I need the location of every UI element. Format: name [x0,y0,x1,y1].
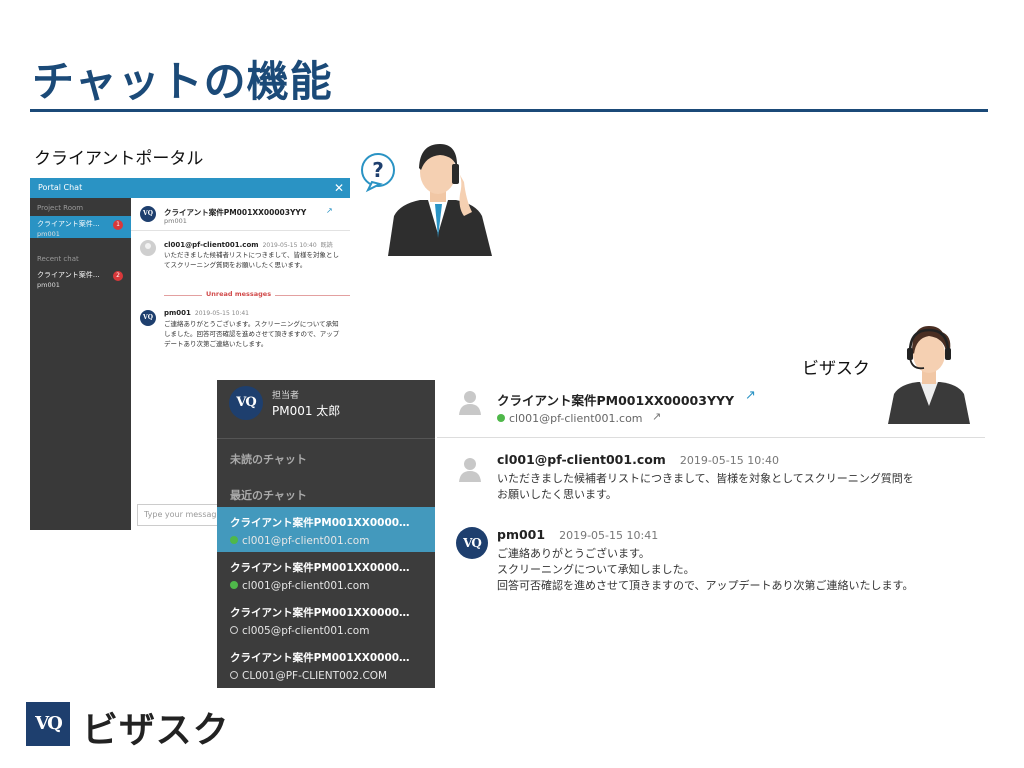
chat-item-title: クライアント案件PM001XX0000… [230,652,410,664]
assignee-label: 担当者 [272,391,300,401]
portal-message-body: ご連絡ありがとうございます。スクリーニングについて承知しました。回答可否確認を進… [164,320,340,348]
chat-item-email: cl001@pf-client001.com [242,535,370,547]
message-body: いただきました候補者リストにつきまして、皆様を対象としてスクリーニング質問を お… [497,471,977,503]
visasq-heading: ビザスク [802,359,870,379]
conversation-title: クライアント案件PM001XX00003YYY [497,393,735,408]
portal-section-project-room: Project Room [37,204,84,212]
message-line: スクリーニングについて承知しました。 [497,563,695,576]
svg-text:?: ? [372,158,384,182]
user-avatar-icon [140,240,156,256]
vq-chat-sidebar: VQ 担当者 PM001 太郎 未読のチャット 最近のチャット クライアント案件… [217,380,435,688]
client-person-illustration: ? [361,144,492,256]
portal-message-header: cl001@pf-client001.com 2019-05-15 10:40 既読 [164,240,333,249]
chat-item-title: クライアント案件PM001XX0000… [230,562,410,574]
chat-item-title: クライアント案件PM001XX0000… [230,607,410,619]
portal-heading: クライアントポータル [34,149,204,169]
vq-avatar: VQ [140,310,156,326]
conversation-sub: cl001@pf-client001.com [497,412,643,425]
portal-message-header: pm001 2019-05-15 10:41 [164,309,249,317]
portal-conversation-divider [131,230,350,231]
message-time: 2019-05-15 10:41 [559,529,659,542]
chat-list-item[interactable]: クライアント案件PM001XX0000… CL001@PF-CLIENT002.… [217,642,435,687]
footer-vq-logo: VQ [26,702,70,746]
external-link-icon[interactable]: ↗ [652,410,661,423]
unread-messages-label: Unread messages [202,290,276,298]
chat-item-email: cl005@pf-client001.com [242,625,370,637]
message-line: お願いしたく思います。 [497,488,617,501]
portal-room-item-sub: pm001 [37,230,60,238]
message-sender: pm001 [497,527,546,542]
unread-badge: 1 [113,220,123,230]
message-body: ご連絡ありがとうございます。 スクリーニングについて承知しました。 回答可否確認… [497,546,977,594]
online-status-icon [230,536,238,544]
portal-chat-title: Portal Chat [38,183,83,192]
message-sender: cl001@pf-client001.com [164,241,259,249]
message-time: 2019-05-15 10:40 [679,454,779,467]
conversation-divider [437,437,985,438]
portal-room-item[interactable]: クライアント案件… pm001 1 [30,216,131,238]
chat-item-email: CL001@PF-CLIENT002.COM [242,670,388,682]
vq-sidebar-header: VQ 担当者 PM001 太郎 [217,380,435,438]
message-time: 2019-05-15 10:40 [262,242,317,249]
message-time: 2019-05-15 10:41 [194,310,249,317]
title-divider [30,109,988,112]
message-line: 回答可否確認を進めさせて頂きますので、アップデートあり次第ご連絡いたします。 [497,579,914,592]
chat-list-item[interactable]: クライアント案件PM001XX0000… cl005@pf-client001.… [217,597,435,642]
portal-recent-item-sub: pm001 [37,281,60,289]
portal-recent-item[interactable]: クライアント案件… pm001 2 [30,267,131,289]
message-sender: pm001 [164,309,191,317]
portal-sidebar: Project Room クライアント案件… pm001 1 Recent ch… [30,198,131,530]
assignee-name: PM001 太郎 [272,404,341,418]
section-recent-chats: 最近のチャット [230,489,307,502]
online-status-icon [497,414,505,422]
offline-status-icon [230,626,238,634]
vq-avatar: VQ [140,206,156,222]
section-unread-chats[interactable]: 未読のチャット [230,451,307,467]
sidebar-divider [217,438,435,439]
user-avatar-icon [459,458,481,482]
portal-chat-header: Portal Chat ✕ [30,178,350,198]
portal-conversation-sub: pm001 [164,217,187,225]
portal-section-recent-chat: Recent chat [37,255,79,263]
slide-title: チャットの機能 [32,57,333,106]
chat-item-email: cl001@pf-client001.com [242,580,370,592]
unread-badge: 2 [113,271,123,281]
external-link-icon[interactable]: ↗ [326,206,333,215]
vq-avatar: VQ [456,527,488,559]
chat-list-item[interactable]: クライアント案件PM001XX0000… cl001@pf-client001.… [217,552,435,597]
vq-logo: VQ [229,386,263,420]
external-link-icon[interactable]: ↗ [745,388,756,403]
message-header: pm001 2019-05-15 10:41 [497,527,658,542]
message-sender: cl001@pf-client001.com [497,452,666,467]
operator-person-illustration [888,326,970,424]
message-header: cl001@pf-client001.com 2019-05-15 10:40 [497,452,779,467]
online-status-icon [230,581,238,589]
portal-message-body: いただきました候補者リストにつきまして、皆様を対象としてスクリーニング質問をお願… [164,251,339,269]
read-status: 既読 [320,242,333,249]
offline-status-icon [230,671,238,679]
user-avatar-icon [459,391,481,415]
chat-list-item[interactable]: クライアント案件PM001XX0000… cl001@pf-client001.… [217,507,435,552]
message-line: いただきました候補者リストにつきまして、皆様を対象としてスクリーニング質問を [497,472,914,485]
chat-item-title: クライアント案件PM001XX0000… [230,517,410,529]
conversation-email: cl001@pf-client001.com [509,412,643,425]
footer-brand-name: ビザスク [82,710,230,751]
close-icon[interactable]: ✕ [334,178,344,198]
message-line: ご連絡ありがとうございます。 [497,547,650,560]
